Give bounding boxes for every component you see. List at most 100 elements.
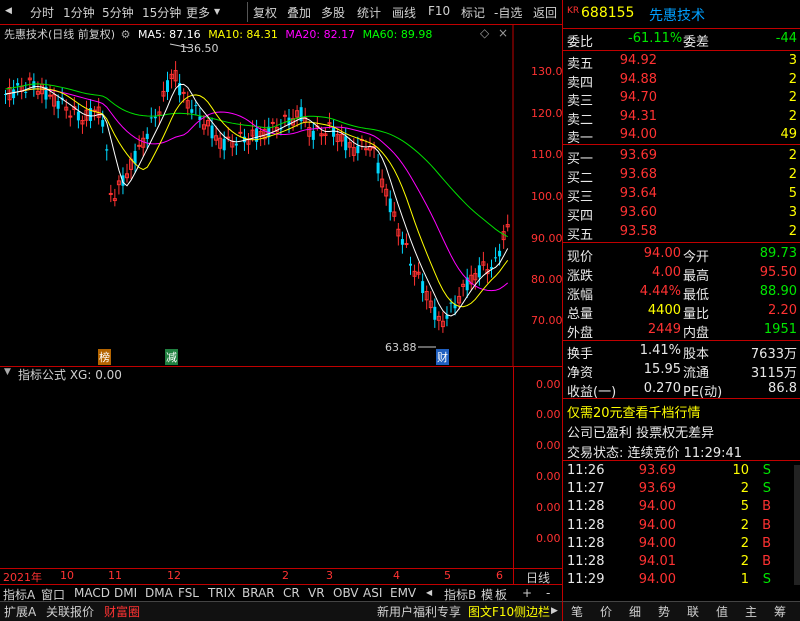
remove-pane-button[interactable]: - (546, 586, 550, 600)
new-user-benefit-link[interactable]: 新用户福利专享 (377, 603, 461, 620)
ask-row[interactable]: 卖三 94.70 2 (563, 89, 800, 109)
tick-row[interactable]: 11:28 94.01 2 B (563, 553, 800, 572)
tab-asi[interactable]: ASI (363, 586, 382, 600)
promo-text[interactable]: 仅需20元查看千档行情 (567, 402, 701, 421)
stat-row[interactable]: 现价 94.00 今开 89.73 (563, 245, 800, 265)
tick-time: 11:27 (567, 481, 605, 497)
tab-5min[interactable]: 5分钟 (102, 4, 134, 21)
reduce-badge[interactable]: 减 (165, 349, 178, 365)
finance-badge[interactable]: 财 (436, 349, 449, 365)
tab-related[interactable]: 联 (687, 603, 699, 620)
bid-row[interactable]: 买三 93.64 5 (563, 185, 800, 205)
bottom-bar: 扩展A 关联报价 财富圈 新用户福利专享 图文F10 侧边栏 ▶ (0, 601, 562, 621)
stat-row[interactable]: 外盘 2449 内盘 1951 (563, 321, 800, 341)
tab-1min[interactable]: 1分钟 (63, 4, 95, 21)
adjust-button[interactable]: 复权 (253, 4, 277, 21)
tick-row[interactable]: 11:28 94.00 2 B (563, 517, 800, 536)
tab-vr[interactable]: VR (308, 586, 325, 600)
tick-row[interactable]: 11:28 94.00 5 B (563, 498, 800, 517)
tab-main[interactable]: 主 (745, 603, 757, 620)
trade-state-row: 交易状态: 连续竞价 11:29:41 (563, 441, 800, 461)
tick-side: S (762, 572, 771, 588)
rank-badge[interactable]: 榜 (98, 349, 111, 365)
tabs-left-arrow-icon[interactable]: ◀ (426, 588, 432, 597)
bid-row[interactable]: 买二 93.68 2 (563, 166, 800, 186)
tick-volume: 2 (740, 554, 749, 569)
ask-label: 卖四 (567, 75, 594, 91)
indicator-title: 指标公式 XG: 0.00 (18, 368, 122, 382)
tab-value[interactable]: 值 (716, 603, 728, 620)
tab-15min[interactable]: 15分钟 (142, 4, 181, 21)
add-pane-button[interactable]: + (522, 586, 532, 600)
kr-tag: KR (567, 6, 580, 16)
collapse-icon[interactable]: ▼ (4, 367, 11, 377)
ask-row[interactable]: 卖二 94.31 2 (563, 108, 800, 128)
promo-row[interactable]: 仅需20元查看千档行情 (563, 401, 800, 421)
stock-name: 先惠技术 (649, 8, 705, 24)
sidebar-button[interactable]: 侧边栏 (514, 603, 550, 620)
kline-chart[interactable]: 先惠技术(日线 前复权) ⚙ MA5: 87.16 MA10: 84.31 MA… (0, 24, 563, 366)
tab-more[interactable]: 更多 (186, 4, 210, 21)
tab-trix[interactable]: TRIX (208, 586, 235, 600)
order-ratio-row: 委比 -61.11% 委差 -44 (563, 30, 800, 50)
tab-detail[interactable]: 细 (629, 603, 641, 620)
tab-obv[interactable]: OBV (333, 586, 359, 600)
related-quotes-button[interactable]: 关联报价 (46, 603, 94, 620)
indicator-panel[interactable]: ▼ 指标公式 XG: 0.00 0.00 0.00 0.00 0.00 0.00… (0, 366, 562, 569)
fund-label: 收益(一) (567, 385, 617, 400)
fund-row[interactable]: 收益(一) 0.270 PE(动) 86.8 (563, 380, 800, 400)
tick-row[interactable]: 11:26 93.69 10 S (563, 462, 800, 481)
tick-row[interactable]: 11:27 93.69 2 S (563, 480, 800, 499)
date-tick: 5 (444, 569, 451, 582)
tick-row[interactable]: 11:29 94.00 1 S (563, 571, 800, 590)
multi-stock-button[interactable]: 多股 (321, 4, 345, 21)
tab-price[interactable]: 价 (600, 603, 612, 620)
expand-arrow-icon[interactable]: ▶ (551, 606, 558, 616)
ask-row[interactable]: 卖五 94.92 3 (563, 52, 800, 72)
date-tick: 4 (393, 569, 400, 582)
date-tick: 11 (108, 569, 122, 582)
stat-label: 最低 (683, 288, 710, 303)
mark-button[interactable]: 标记 (461, 4, 485, 21)
dropdown-icon[interactable]: ▼ (214, 7, 220, 16)
tick-price: 93.69 (638, 463, 676, 478)
tab-dma[interactable]: DMA (145, 586, 173, 600)
ask-row[interactable]: 卖四 94.88 2 (563, 71, 800, 91)
expand-a-button[interactable]: 扩展A (4, 603, 36, 620)
indicator-tick: 0.00 (536, 501, 561, 514)
ask-volume: 3 (788, 53, 797, 68)
f10-button[interactable]: F10 (428, 4, 450, 18)
stat-row[interactable]: 涨跌 4.00 最高 95.50 (563, 264, 800, 284)
wealth-circle-button[interactable]: 财富圈 (104, 603, 140, 620)
f10-graphic-button[interactable]: 图文F10 (468, 603, 514, 620)
tick-row[interactable]: 11:28 94.00 2 B (563, 535, 800, 554)
tab-chips[interactable]: 筹 (774, 603, 786, 620)
tick-side: S (762, 463, 771, 478)
ask-row[interactable]: 卖一 94.00 49 (563, 126, 800, 146)
tab-brar[interactable]: BRAR (242, 586, 275, 600)
bid-row[interactable]: 买一 93.69 2 (563, 147, 800, 167)
tab-fsl[interactable]: FSL (178, 586, 199, 600)
bid-row[interactable]: 买四 93.60 3 (563, 204, 800, 224)
menu-arrow-icon[interactable]: ◀ (5, 6, 12, 16)
stat-value: 4.44% (639, 284, 681, 299)
tab-macd[interactable]: MACD (74, 586, 110, 600)
stats-button[interactable]: 统计 (357, 4, 381, 21)
bid-volume: 2 (788, 148, 797, 163)
fund-row[interactable]: 净资 15.95 流通 3115万 (563, 361, 800, 381)
overlay-button[interactable]: 叠加 (287, 4, 311, 21)
tab-intraday[interactable]: 分时 (30, 4, 54, 21)
fund-row[interactable]: 换手 1.41% 股本 7633万 (563, 342, 800, 362)
draw-button[interactable]: 画线 (392, 4, 416, 21)
tab-cr[interactable]: CR (283, 586, 300, 600)
tab-trend[interactable]: 势 (658, 603, 670, 620)
back-button[interactable]: 返回 (533, 4, 557, 21)
indicator-tick: 0.00 (536, 470, 561, 483)
tab-dmi[interactable]: DMI (114, 586, 137, 600)
tab-strokes[interactable]: 笔 (571, 603, 583, 620)
add-watchlist-button[interactable]: -自选 (494, 4, 522, 21)
bid-row[interactable]: 买五 93.58 2 (563, 223, 800, 243)
stat-row[interactable]: 涨幅 4.44% 最低 88.90 (563, 283, 800, 303)
tab-emv[interactable]: EMV (390, 586, 416, 600)
stat-row[interactable]: 总量 4400 量比 2.20 (563, 302, 800, 322)
